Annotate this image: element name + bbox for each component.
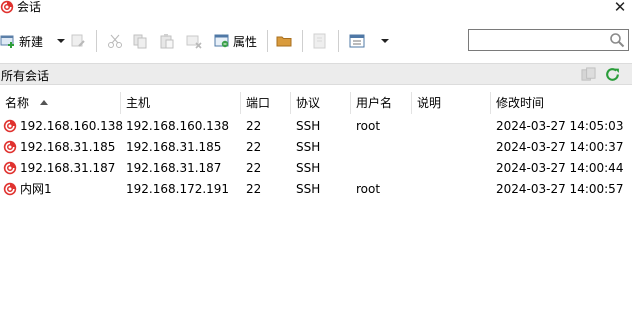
cell-protocol: SSH [296,161,321,175]
table-row[interactable]: 192.168.31.185 192.168.31.185 22 SSH 202… [0,137,632,158]
app-logo-icon [0,0,14,14]
edit-button[interactable] [70,29,86,53]
view-dropdown[interactable] [377,29,393,53]
cell-name: 192.168.31.187 [20,161,116,175]
table-row[interactable]: 内网1 192.168.172.191 22 SSH root 2024-03-… [0,179,632,200]
sort-ascending-icon [40,100,48,105]
search-box[interactable] [468,29,629,51]
window-title: 会话 [17,0,42,14]
cell-port: 22 [246,140,262,154]
cell-port: 22 [246,182,262,196]
properties-button[interactable]: 属性 [214,29,257,53]
copy-folder-icon[interactable] [581,67,596,82]
cell-host: 192.168.172.191 [126,182,230,196]
all-sessions-label[interactable]: 所有会话 [1,67,49,84]
column-header-user[interactable]: 用户名 [351,92,412,114]
copy-button[interactable] [132,29,148,53]
session-icon [3,161,17,175]
view-icon [349,34,365,48]
close-button[interactable]: ✕ [610,0,630,16]
toolbar-separator [267,30,268,52]
session-icon [3,119,17,133]
column-header-label: 用户名 [356,96,393,110]
cell-modified: 2024-03-27 14:00:37 [496,140,624,154]
disabled-icon [313,33,326,49]
search-input[interactable] [471,31,605,49]
view-button[interactable] [349,29,365,53]
toolbar-separator [96,30,97,52]
new-session-label: 新建 [19,34,44,49]
cell-host: 192.168.31.187 [126,161,222,175]
new-session-dropdown[interactable] [53,29,69,53]
dropdown-arrow-icon [381,39,389,43]
column-header-protocol[interactable]: 协议 [291,92,351,114]
session-icon [3,140,17,154]
column-header-label: 名称 [5,96,30,110]
search-icon[interactable] [609,32,625,48]
cell-protocol: SSH [296,119,321,133]
cell-host: 192.168.160.138 [126,119,230,133]
cell-name: 192.168.160.138 [20,119,124,133]
cell-modified: 2024-03-27 14:00:44 [496,161,624,175]
column-header-label: 端口 [246,96,271,110]
cut-icon [108,34,122,48]
column-header-label: 主机 [126,96,151,110]
table-row[interactable]: 192.168.31.187 192.168.31.187 22 SSH 202… [0,158,632,179]
cut-button[interactable] [107,29,123,53]
dropdown-arrow-icon [57,39,65,43]
folder-icon [276,36,292,47]
table-row[interactable]: 192.168.160.138 192.168.160.138 22 SSH r… [0,116,632,137]
column-header-host[interactable]: 主机 [121,92,241,114]
properties-label: 属性 [233,34,258,49]
column-header-modified[interactable]: 修改时间 [491,92,632,114]
column-header-description[interactable]: 说明 [412,92,491,114]
table-header: 名称 主机 端口 协议 用户名 说明 修改时间 [0,92,632,114]
cell-name: 内网1 [20,182,52,196]
toolbar-separator [338,30,339,52]
title-bar: 会话 ✕ [0,0,632,16]
paste-button[interactable] [159,29,175,53]
paste-icon [160,34,174,49]
cell-protocol: SSH [296,182,321,196]
column-header-port[interactable]: 端口 [241,92,291,114]
column-header-label: 协议 [296,96,321,110]
cell-name: 192.168.31.185 [20,140,116,154]
toolbar-separator [302,30,303,52]
new-session-icon [0,35,14,48]
cell-port: 22 [246,161,262,175]
properties-icon [214,34,229,48]
delete-icon [186,35,202,49]
cell-protocol: SSH [296,140,321,154]
copy-icon [133,34,147,49]
cell-user: root [356,182,381,196]
cell-host: 192.168.31.185 [126,140,222,154]
column-header-name[interactable]: 名称 [0,92,121,114]
column-header-label: 说明 [417,96,442,110]
filter-bar: 所有会话 [0,63,632,85]
edit-icon [71,34,85,47]
disabled-tool-button[interactable] [312,29,328,53]
column-header-label: 修改时间 [496,96,545,110]
new-session-button[interactable]: 新建 [0,29,43,53]
refresh-icon[interactable] [604,66,621,83]
cell-modified: 2024-03-27 14:05:03 [496,119,624,133]
new-folder-button[interactable] [276,29,292,53]
cell-user: root [356,119,381,133]
cell-modified: 2024-03-27 14:00:57 [496,182,624,196]
session-icon [3,182,17,196]
delete-button[interactable] [186,29,202,53]
cell-port: 22 [246,119,262,133]
